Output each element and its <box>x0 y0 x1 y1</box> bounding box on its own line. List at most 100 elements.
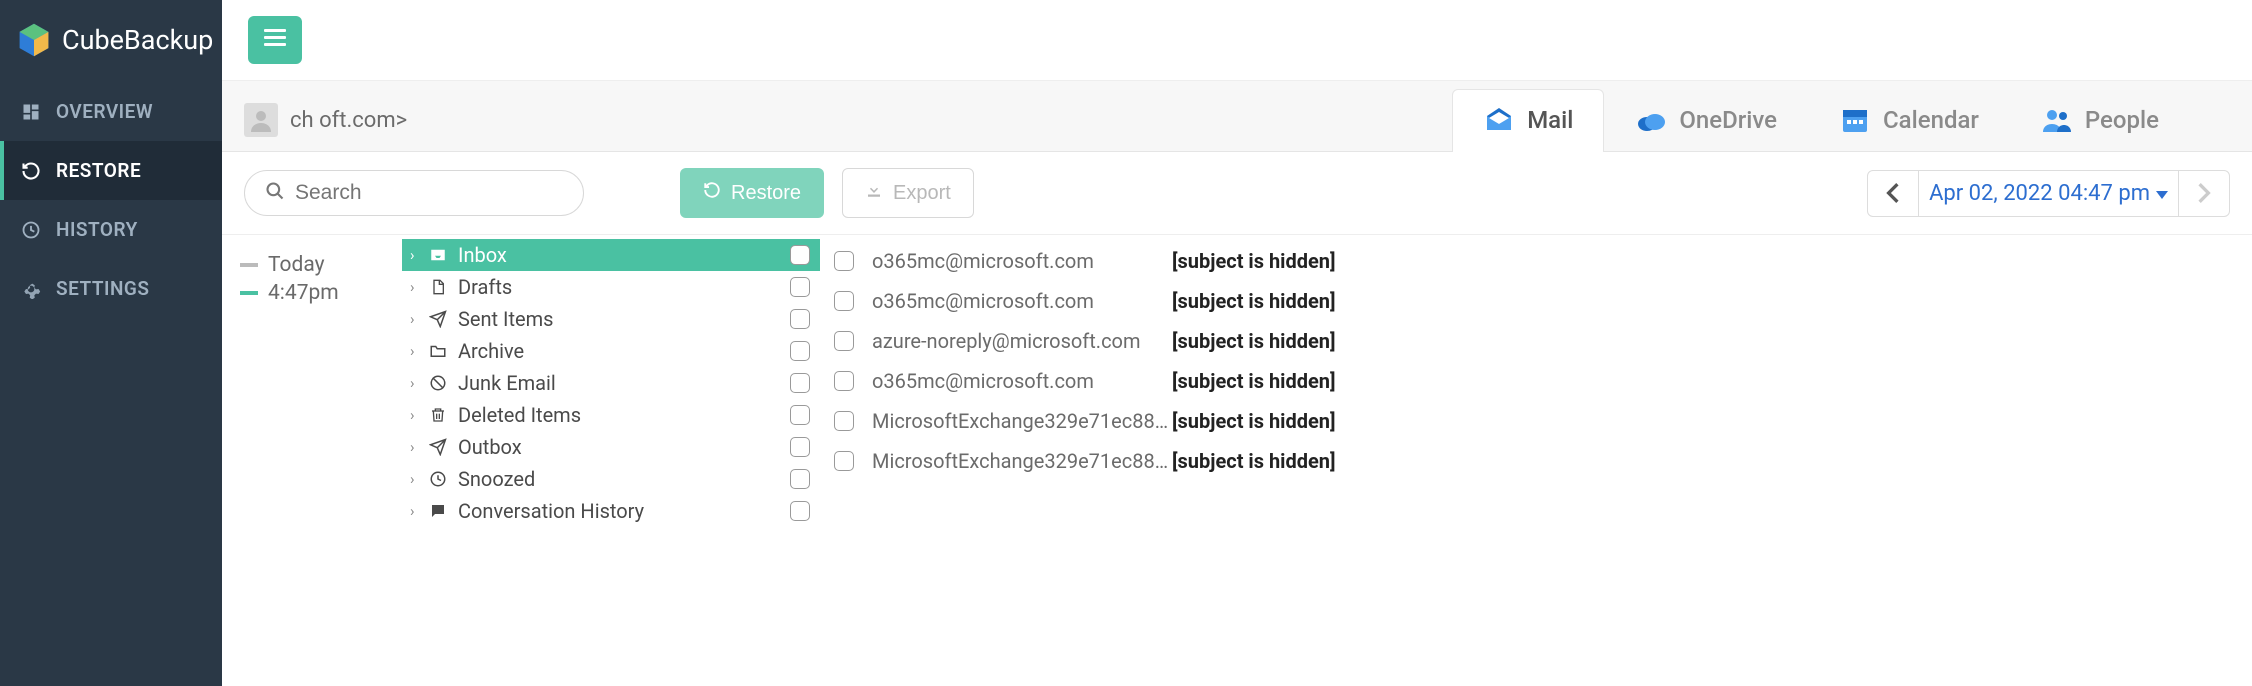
mail-checkbox[interactable] <box>834 451 854 471</box>
mail-checkbox[interactable] <box>834 371 854 391</box>
folder-item[interactable]: › Conversation History <box>402 495 820 527</box>
user-chip[interactable]: ch oft.com> <box>244 103 764 137</box>
folder-label: Snoozed <box>458 467 535 491</box>
nav-item-history[interactable]: HISTORY <box>0 200 222 259</box>
folder-checkbox[interactable] <box>790 405 810 425</box>
send-icon <box>426 310 450 328</box>
chevron-right-icon: › <box>410 470 424 488</box>
mail-from: o365mc@microsoft.com <box>872 249 1172 273</box>
ban-icon <box>426 374 450 392</box>
nav-item-label: SETTINGS <box>56 277 149 300</box>
mail-row[interactable]: MicrosoftExchange329e71ec88ae4 [subject … <box>834 401 2252 441</box>
topbar <box>222 0 2252 81</box>
tab-people[interactable]: People <box>2010 89 2190 152</box>
tab-label: OneDrive <box>1679 106 1777 134</box>
timeline-tick-active-icon <box>240 291 258 295</box>
search-icon <box>265 181 285 205</box>
tab-label: People <box>2085 106 2159 134</box>
mail-subject: [subject is hidden] <box>1172 289 1336 313</box>
folder-item[interactable]: › Deleted Items <box>402 399 820 431</box>
sidebar: CubeBackup OVERVIEW RESTORE HISTORY SETTING… <box>0 0 222 686</box>
mail-list: o365mc@microsoft.com [subject is hidden]… <box>820 235 2252 686</box>
folder-label: Conversation History <box>458 499 644 523</box>
toolbar: Restore Export Apr 02, 2022 04:47 pm <box>222 152 2252 234</box>
timeline-tick-icon <box>240 263 258 267</box>
chevron-right-icon: › <box>410 246 424 264</box>
mail-row[interactable]: o365mc@microsoft.com [subject is hidden] <box>834 241 2252 281</box>
search-input-wrap[interactable] <box>244 170 584 216</box>
nav-item-label: OVERVIEW <box>56 100 153 123</box>
folder-item[interactable]: › Outbox <box>402 431 820 463</box>
folder-checkbox[interactable] <box>790 245 810 265</box>
folder-checkbox[interactable] <box>790 277 810 297</box>
mail-row[interactable]: o365mc@microsoft.com [subject is hidden] <box>834 361 2252 401</box>
folder-label: Archive <box>458 339 524 363</box>
chevron-right-icon: › <box>410 502 424 520</box>
nav-item-overview[interactable]: OVERVIEW <box>0 82 222 141</box>
timeline-snapshot[interactable]: 4:47pm <box>240 279 392 307</box>
tab-label: Mail <box>1527 106 1573 134</box>
mail-checkbox[interactable] <box>834 251 854 271</box>
calendar-icon <box>1839 104 1871 136</box>
folder-checkbox[interactable] <box>790 469 810 489</box>
tab-mail[interactable]: Mail <box>1452 89 1604 152</box>
timeline-day-label: Today <box>268 253 325 277</box>
chevron-right-icon: › <box>410 278 424 296</box>
dashboard-icon <box>20 102 42 122</box>
chevron-right-icon: › <box>410 342 424 360</box>
mail-subject: [subject is hidden] <box>1172 409 1336 433</box>
restore-button[interactable]: Restore <box>680 168 824 218</box>
gear-icon <box>20 279 42 299</box>
folder-item[interactable]: › Sent Items <box>402 303 820 335</box>
mail-icon <box>1483 104 1515 136</box>
tab-label: Calendar <box>1883 106 1979 134</box>
snapshot-dropdown[interactable]: Apr 02, 2022 04:47 pm <box>1918 171 2179 216</box>
main: ch oft.com> Mail OneDrive Calendar People <box>222 0 2252 686</box>
brand-name: CubeBackup <box>62 24 213 56</box>
nav-item-label: RESTORE <box>56 159 141 182</box>
snapshot-next-button[interactable] <box>2179 172 2229 214</box>
chevron-right-icon: › <box>410 406 424 424</box>
folder-checkbox[interactable] <box>790 501 810 521</box>
folder-checkbox[interactable] <box>790 309 810 329</box>
folder-label: Drafts <box>458 275 512 299</box>
clock-icon <box>426 470 450 488</box>
mail-row[interactable]: o365mc@microsoft.com [subject is hidden] <box>834 281 2252 321</box>
content: Today 4:47pm › Inbox › Drafts › Sent Ite… <box>222 234 2252 686</box>
mail-subject: [subject is hidden] <box>1172 369 1336 393</box>
mail-row[interactable]: azure-noreply@microsoft.com [subject is … <box>834 321 2252 361</box>
restore-button-label: Restore <box>731 182 801 205</box>
undo-icon <box>703 181 721 205</box>
snapshot-picker: Apr 02, 2022 04:47 pm <box>1867 170 2230 217</box>
folder-label: Inbox <box>458 243 507 267</box>
folder-label: Outbox <box>458 435 522 459</box>
folder-item[interactable]: › Inbox <box>402 239 820 271</box>
tab-calendar[interactable]: Calendar <box>1808 89 2010 152</box>
mail-checkbox[interactable] <box>834 291 854 311</box>
chevron-right-icon: › <box>410 438 424 456</box>
inbox-icon <box>426 246 450 264</box>
download-icon <box>865 181 883 205</box>
tab-row: ch oft.com> Mail OneDrive Calendar People <box>222 81 2252 152</box>
folder-item[interactable]: › Snoozed <box>402 463 820 495</box>
menu-toggle-button[interactable] <box>248 16 302 64</box>
export-button[interactable]: Export <box>842 168 974 218</box>
brand-logo-icon <box>16 22 52 58</box>
mail-subject: [subject is hidden] <box>1172 249 1336 273</box>
search-input[interactable] <box>295 181 563 205</box>
folder-checkbox[interactable] <box>790 437 810 457</box>
nav-item-settings[interactable]: SETTINGS <box>0 259 222 318</box>
tab-onedrive[interactable]: OneDrive <box>1604 89 1808 152</box>
mail-subject: [subject is hidden] <box>1172 449 1336 473</box>
snapshot-prev-button[interactable] <box>1868 172 1918 214</box>
mail-subject: [subject is hidden] <box>1172 329 1336 353</box>
mail-checkbox[interactable] <box>834 331 854 351</box>
folder-item[interactable]: › Drafts <box>402 271 820 303</box>
mail-row[interactable]: MicrosoftExchange329e71ec88ae4 [subject … <box>834 441 2252 481</box>
folder-item[interactable]: › Archive <box>402 335 820 367</box>
nav-item-restore[interactable]: RESTORE <box>0 141 222 200</box>
mail-checkbox[interactable] <box>834 411 854 431</box>
folder-checkbox[interactable] <box>790 341 810 361</box>
folder-item[interactable]: › Junk Email <box>402 367 820 399</box>
folder-checkbox[interactable] <box>790 373 810 393</box>
